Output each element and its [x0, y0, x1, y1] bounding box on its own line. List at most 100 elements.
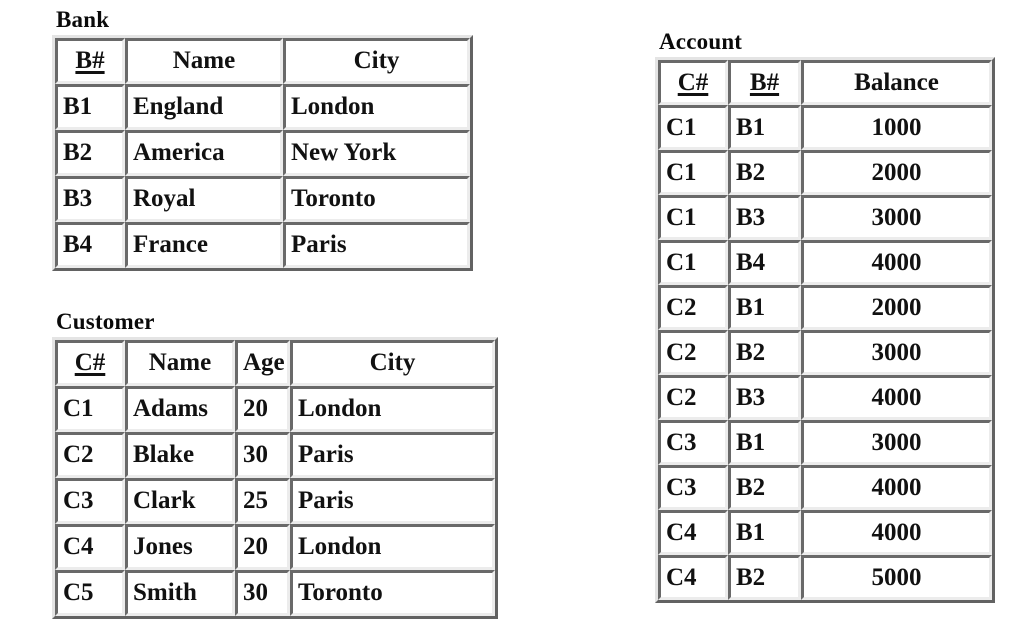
bank-cell: London: [283, 84, 470, 131]
customer-cell: C1: [55, 386, 125, 433]
account-cell: C1: [658, 150, 728, 196]
table-row: C2 B2 3000: [658, 330, 992, 376]
bank-cell: B3: [55, 176, 125, 223]
bank-table-head: B# Name City: [55, 38, 470, 85]
table-row: C5 Smith 30 Toronto: [55, 570, 495, 617]
bank-cell: B4: [55, 222, 125, 269]
table-row: C3 B2 4000: [658, 465, 992, 511]
bank-cell: B1: [55, 84, 125, 131]
account-cell: 4000: [801, 240, 992, 286]
table-row: C3 B1 3000: [658, 420, 992, 466]
account-cell: C2: [658, 285, 728, 331]
account-cell: B1: [728, 510, 801, 556]
account-cell: 2000: [801, 285, 992, 331]
account-cell: 5000: [801, 555, 992, 601]
account-table-title: Account: [659, 29, 743, 54]
customer-cell: C5: [55, 570, 125, 617]
account-cell: B2: [728, 150, 801, 196]
table-row: B3 Royal Toronto: [55, 176, 470, 223]
account-cell: 1000: [801, 105, 992, 151]
account-cell: B2: [728, 330, 801, 376]
account-cell: B1: [728, 420, 801, 466]
bank-cell: New York: [283, 130, 470, 177]
customer-cell: London: [290, 524, 495, 571]
customer-column-header: C#: [55, 340, 125, 387]
customer-cell: Jones: [125, 524, 235, 571]
bank-cell: B2: [55, 130, 125, 177]
bank-cell: Royal: [125, 176, 283, 223]
customer-cell: London: [290, 386, 495, 433]
account-column-header: C#: [658, 60, 728, 106]
customer-cell: Clark: [125, 478, 235, 525]
customer-header-row: C# Name Age City: [55, 340, 495, 387]
account-table-block: Account C# B# Balance C1 B1 1000 C1 B2 2000 C1 B3…: [655, 29, 995, 604]
bank-column-header: B#: [55, 38, 125, 85]
customer-table: C# Name Age City C1 Adams 20 London C2 Blake 30 Pa…: [52, 337, 498, 620]
table-row: B1 England London: [55, 84, 470, 131]
account-cell: C2: [658, 330, 728, 376]
customer-cell: Smith: [125, 570, 235, 617]
bank-column-header-label: City: [353, 47, 400, 75]
account-cell: 3000: [801, 195, 992, 241]
customer-cell: Adams: [125, 386, 235, 433]
customer-table-head: C# Name Age City: [55, 340, 495, 387]
account-cell: C1: [658, 240, 728, 286]
bank-cell: England: [125, 84, 283, 131]
account-column-header-label: C#: [677, 68, 709, 96]
customer-column-header: Age: [235, 340, 290, 387]
table-row: C2 B1 2000: [658, 285, 992, 331]
table-row: C4 Jones 20 London: [55, 524, 495, 571]
customer-cell: Blake: [125, 432, 235, 479]
bank-column-header-label: Name: [172, 47, 236, 75]
account-column-header: B#: [728, 60, 801, 106]
account-cell: 3000: [801, 420, 992, 466]
account-cell: C3: [658, 465, 728, 511]
account-cell: B3: [728, 195, 801, 241]
account-cell: 4000: [801, 375, 992, 421]
account-cell: C4: [658, 510, 728, 556]
table-row: B2 America New York: [55, 130, 470, 177]
account-cell: C3: [658, 420, 728, 466]
bank-table-body: B1 England London B2 America New York B3 Royal T…: [55, 84, 470, 269]
table-row: C1 B2 2000: [658, 150, 992, 196]
account-cell: 4000: [801, 510, 992, 556]
customer-column-header: City: [290, 340, 495, 387]
table-row: C1 B3 3000: [658, 195, 992, 241]
customer-column-header-label: C#: [74, 349, 106, 377]
customer-column-header: Name: [125, 340, 235, 387]
customer-cell: 30: [235, 432, 290, 479]
account-cell: B1: [728, 285, 801, 331]
customer-table-title: Customer: [56, 309, 155, 334]
customer-cell: C3: [55, 478, 125, 525]
account-cell: 3000: [801, 330, 992, 376]
bank-cell: Toronto: [283, 176, 470, 223]
customer-cell: 30: [235, 570, 290, 617]
account-header-row: C# B# Balance: [658, 60, 992, 106]
bank-header-row: B# Name City: [55, 38, 470, 85]
account-column-header-label: B#: [749, 68, 780, 96]
table-row: B4 France Paris: [55, 222, 470, 269]
bank-table: B# Name City B1 England London B2 America New Y…: [52, 35, 473, 272]
table-row: C3 Clark 25 Paris: [55, 478, 495, 525]
account-cell: C2: [658, 375, 728, 421]
bank-column-header-label: B#: [75, 47, 105, 75]
customer-cell: 25: [235, 478, 290, 525]
bank-table-title: Bank: [56, 7, 110, 32]
account-table-head: C# B# Balance: [658, 60, 992, 106]
customer-cell: Toronto: [290, 570, 495, 617]
account-table-body: C1 B1 1000 C1 B2 2000 C1 B3 3000 C1 B4 4000 C2 B1 2000…: [658, 105, 992, 601]
account-column-header: Balance: [801, 60, 992, 106]
bank-cell: France: [125, 222, 283, 269]
bank-cell: America: [125, 130, 283, 177]
customer-column-header-label: Age: [243, 349, 285, 377]
customer-cell: 20: [235, 386, 290, 433]
customer-cell: C4: [55, 524, 125, 571]
customer-column-header-label: City: [369, 349, 416, 377]
customer-table-body: C1 Adams 20 London C2 Blake 30 Paris C3 Clark 25 Pa…: [55, 386, 495, 617]
account-cell: 2000: [801, 150, 992, 196]
table-row: C4 B2 5000: [658, 555, 992, 601]
customer-cell: 20: [235, 524, 290, 571]
customer-cell: C2: [55, 432, 125, 479]
customer-cell: Paris: [290, 432, 495, 479]
customer-table-block: Customer C# Name Age City C1 Adams 20 London C2…: [52, 309, 498, 620]
